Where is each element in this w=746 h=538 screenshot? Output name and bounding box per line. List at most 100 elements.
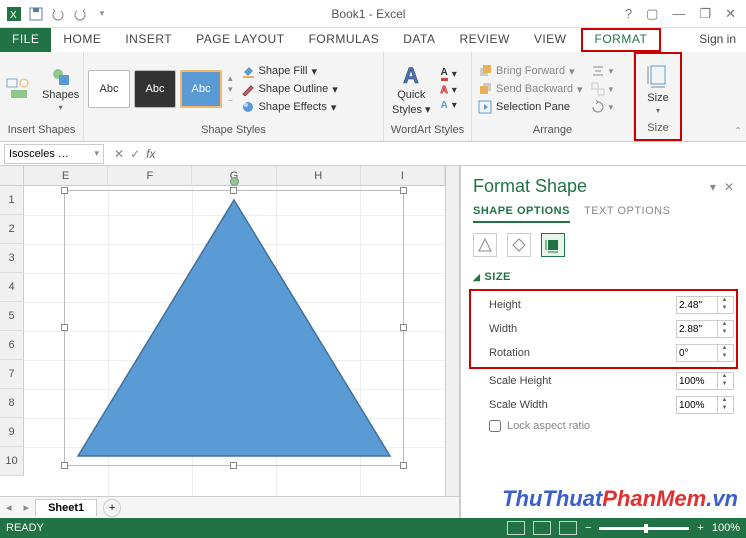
text-outline-button[interactable]: A ▾	[439, 84, 459, 97]
style-preset-3[interactable]: Abc	[180, 70, 222, 108]
scale-width-input[interactable]: ▲▼	[676, 396, 734, 414]
minimize-button[interactable]: —	[668, 4, 689, 23]
shapes-button[interactable]: Shapes ▾	[38, 65, 83, 114]
pane-tab-shape-options[interactable]: SHAPE OPTIONS	[473, 205, 570, 223]
zoom-level[interactable]: 100%	[712, 522, 740, 534]
resize-handle[interactable]	[61, 187, 68, 194]
size-properties-icon[interactable]	[541, 233, 565, 257]
page-layout-view-button[interactable]	[533, 521, 551, 535]
resize-handle[interactable]	[400, 324, 407, 331]
fx-icon[interactable]: fx	[146, 147, 161, 161]
col-header[interactable]: E	[24, 166, 108, 186]
selection-pane-button[interactable]: Selection Pane	[476, 99, 585, 115]
effects-icon[interactable]	[507, 233, 531, 257]
size-button[interactable]: Size ▾	[643, 62, 673, 117]
scale-height-input[interactable]: ▲▼	[676, 372, 734, 390]
sheet-tab-sheet1[interactable]: Sheet1	[35, 499, 97, 516]
row-header[interactable]: 7	[0, 360, 24, 389]
resize-handle[interactable]	[400, 187, 407, 194]
tab-home[interactable]: HOME	[51, 28, 113, 52]
row-header[interactable]: 10	[0, 447, 24, 476]
lock-aspect-checkbox[interactable]	[489, 420, 501, 432]
row-headers: 1 2 3 4 5 6 7 8 9 10	[0, 186, 24, 496]
row-header[interactable]: 4	[0, 273, 24, 302]
help-button[interactable]: ?	[621, 4, 636, 23]
shape-fill-button[interactable]: Shape Fill ▾	[239, 63, 340, 79]
quick-styles-button[interactable]: A Quick Styles ▾	[388, 61, 435, 118]
pane-tab-text-options[interactable]: TEXT OPTIONS	[584, 205, 670, 223]
sheet-nav-next[interactable]: ▸	[18, 501, 36, 514]
pane-close-icon[interactable]: ✕	[724, 180, 734, 194]
style-preset-2[interactable]: Abc	[134, 70, 176, 108]
group-button[interactable]: ▾	[589, 81, 616, 97]
rotate-handle[interactable]	[230, 177, 239, 186]
qat-dropdown-icon[interactable]: ▾	[92, 4, 112, 24]
excel-app-icon[interactable]: X	[4, 4, 24, 24]
collapse-ribbon-icon[interactable]: ˆ	[736, 125, 740, 139]
normal-view-button[interactable]	[507, 521, 525, 535]
row-header[interactable]: 1	[0, 186, 24, 215]
resize-handle[interactable]	[400, 462, 407, 469]
send-backward-button[interactable]: Send Backward ▾	[476, 81, 585, 97]
svg-text:X: X	[10, 10, 17, 21]
tab-insert[interactable]: INSERT	[113, 28, 184, 52]
tab-file[interactable]: FILE	[0, 28, 51, 52]
row-header[interactable]: 8	[0, 389, 24, 418]
tab-review[interactable]: REVIEW	[447, 28, 521, 52]
cell-grid[interactable]	[24, 186, 445, 496]
tab-data[interactable]: DATA	[391, 28, 447, 52]
fill-line-icon[interactable]	[473, 233, 497, 257]
tab-format[interactable]: FORMAT	[581, 28, 662, 52]
resize-handle[interactable]	[230, 462, 237, 469]
close-button[interactable]: ✕	[721, 4, 740, 24]
pane-dropdown-icon[interactable]: ▾	[710, 180, 716, 194]
shapes-gallery[interactable]	[4, 78, 34, 100]
formula-cancel-icon[interactable]: ✕	[114, 147, 124, 161]
col-header[interactable]: I	[361, 166, 445, 186]
zoom-slider[interactable]	[599, 527, 689, 530]
formula-enter-icon[interactable]: ✓	[130, 147, 140, 161]
sheet-nav-prev[interactable]: ◂	[0, 501, 18, 514]
zoom-out-button[interactable]: −	[585, 522, 591, 534]
select-all-corner[interactable]	[0, 166, 24, 186]
width-input[interactable]: ▲▼	[676, 320, 734, 338]
shape-outline-button[interactable]: Shape Outline ▾	[239, 81, 340, 97]
row-header[interactable]: 9	[0, 418, 24, 447]
redo-icon[interactable]	[70, 4, 90, 24]
resize-handle[interactable]	[230, 187, 237, 194]
col-header[interactable]: F	[108, 166, 192, 186]
undo-icon[interactable]	[48, 4, 68, 24]
row-header[interactable]: 3	[0, 244, 24, 273]
shape-effects-button[interactable]: Shape Effects ▾	[239, 99, 340, 115]
formula-input[interactable]	[167, 144, 746, 164]
ribbon-display-button[interactable]: ▢	[642, 4, 662, 24]
col-header[interactable]: H	[277, 166, 361, 186]
name-box[interactable]: Isosceles …▾	[4, 144, 104, 164]
row-header[interactable]: 5	[0, 302, 24, 331]
style-gallery-more[interactable]: ▴▾⎯	[226, 73, 235, 106]
rotate-button[interactable]: ▾	[589, 99, 616, 115]
page-break-view-button[interactable]	[559, 521, 577, 535]
align-button[interactable]: ▾	[589, 63, 616, 79]
text-fill-button[interactable]: A ▾	[439, 66, 459, 82]
style-preset-1[interactable]: Abc	[88, 70, 130, 108]
bring-forward-button[interactable]: Bring Forward ▾	[476, 63, 585, 79]
rotation-input[interactable]: ▲▼	[676, 344, 734, 362]
tab-view[interactable]: VIEW	[522, 28, 579, 52]
restore-button[interactable]: ❐	[695, 4, 715, 24]
row-header[interactable]: 2	[0, 215, 24, 244]
save-icon[interactable]	[26, 4, 46, 24]
size-section-header[interactable]: ◢SIZE	[473, 271, 734, 283]
sign-in-link[interactable]: Sign in	[689, 28, 746, 52]
tab-pagelayout[interactable]: PAGE LAYOUT	[184, 28, 296, 52]
isosceles-triangle-shape[interactable]	[74, 198, 394, 460]
resize-handle[interactable]	[61, 462, 68, 469]
tab-formulas[interactable]: FORMULAS	[297, 28, 392, 52]
height-input[interactable]: ▲▼	[676, 296, 734, 314]
new-sheet-button[interactable]: +	[103, 499, 121, 517]
text-effects-button[interactable]: A ▾	[439, 99, 459, 112]
row-header[interactable]: 6	[0, 331, 24, 360]
zoom-in-button[interactable]: +	[697, 522, 703, 534]
vertical-scrollbar[interactable]	[445, 186, 459, 496]
resize-handle[interactable]	[61, 324, 68, 331]
